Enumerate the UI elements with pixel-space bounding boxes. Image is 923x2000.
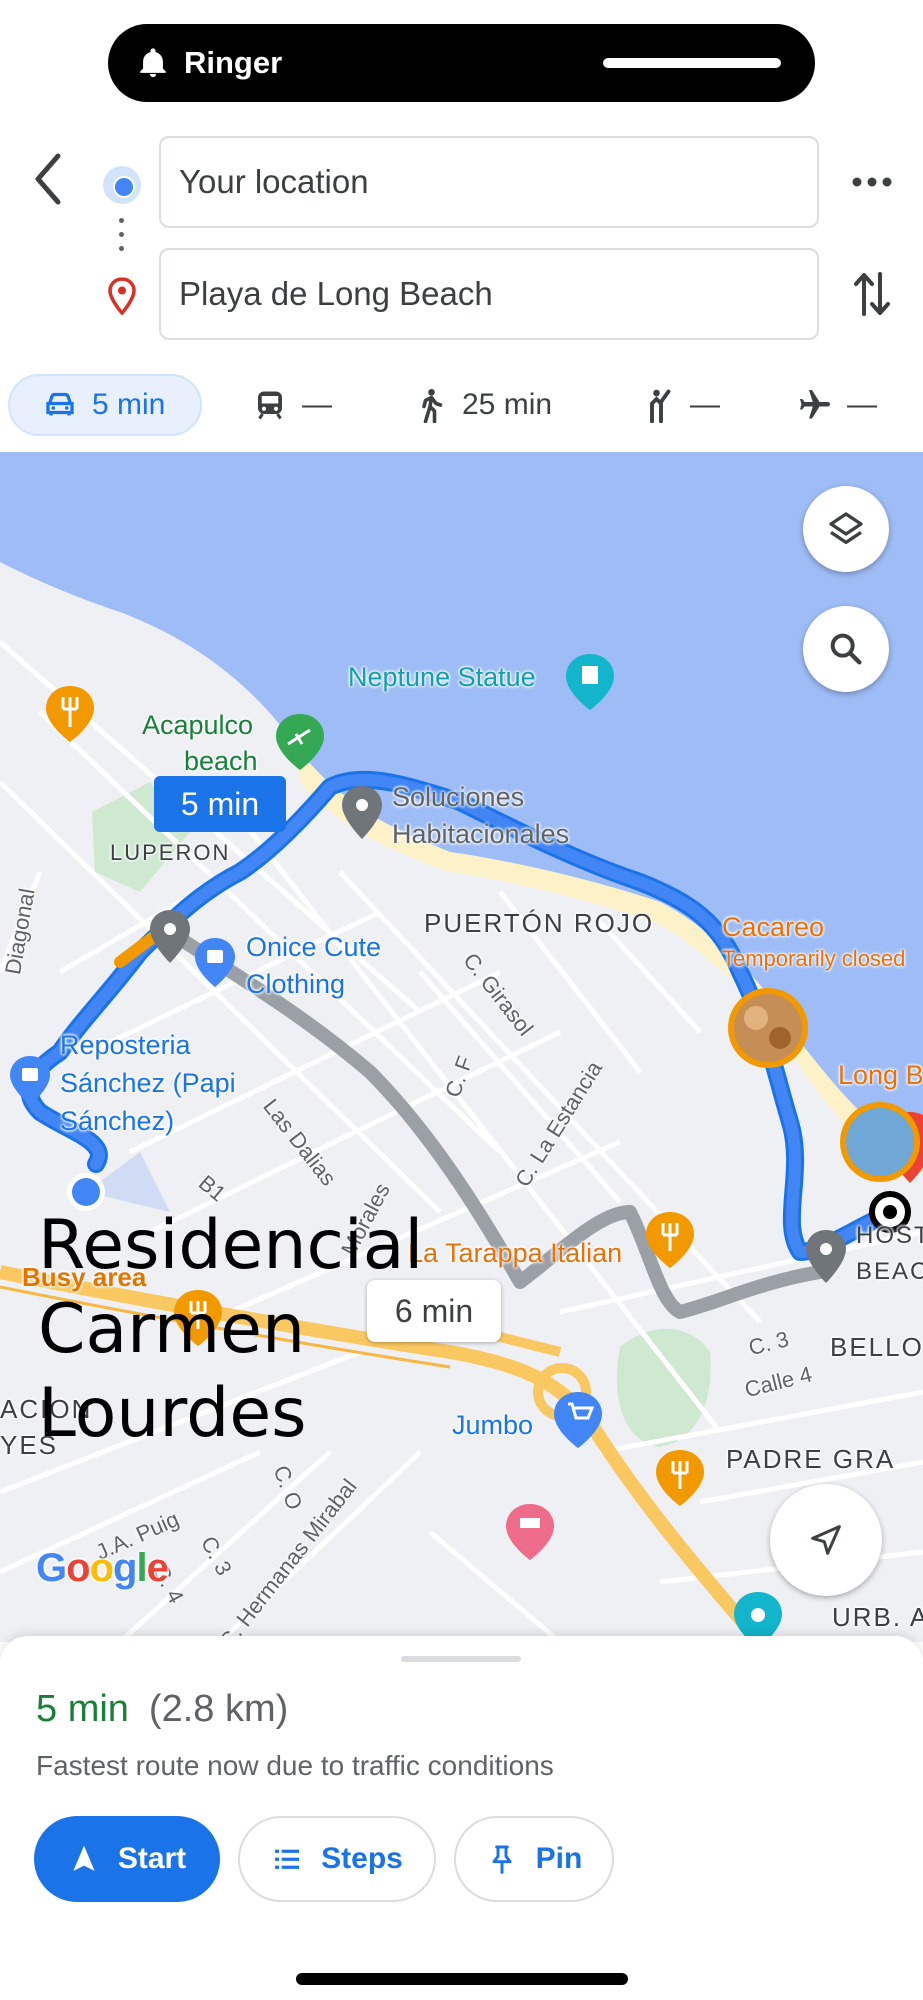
back-icon[interactable]: [26, 150, 72, 208]
mode-walk[interactable]: 25 min: [412, 374, 552, 436]
mode-car-label: 5 min: [92, 388, 166, 421]
overlay-line: Residencial: [38, 1206, 424, 1285]
layers-button[interactable]: [803, 486, 889, 572]
transit-icon: [258, 391, 282, 420]
travel-mode-bar: 5 min — 25 min — —: [0, 374, 923, 456]
list-icon: [275, 1849, 300, 1869]
origin-dot-icon: [103, 166, 141, 204]
map-view[interactable]: Neptune Statue Acapulco beach Soluciones…: [0, 452, 923, 1642]
ringer-level-bar: [603, 58, 781, 68]
map-label: PADRE GRA: [726, 1444, 896, 1474]
destination-pin-icon: [108, 277, 136, 315]
search-along-route-button[interactable]: [803, 606, 889, 692]
map-label: BEAC: [856, 1258, 923, 1285]
layers-icon: [829, 512, 863, 544]
steps-button[interactable]: Steps: [238, 1816, 436, 1902]
home-indicator[interactable]: [296, 1973, 628, 1985]
ride-icon: [650, 389, 671, 423]
overlay-line: Carmen: [38, 1290, 306, 1369]
bell-icon: [140, 48, 166, 78]
overlay-annotation: Residencial Carmen Lourdes: [38, 1204, 423, 1456]
map-label: HOST: [856, 1222, 923, 1249]
google-logo: Google: [36, 1546, 169, 1590]
mode-car[interactable]: 5 min: [8, 374, 202, 436]
navigate-icon: [73, 1845, 95, 1871]
origin-field[interactable]: Your location: [159, 136, 819, 228]
map-label[interactable]: Acapulco: [142, 710, 253, 741]
swap-icon[interactable]: [852, 270, 892, 318]
ringer-banner: Ringer: [108, 24, 815, 102]
map-label[interactable]: Habitacionales: [392, 819, 569, 850]
map-label[interactable]: Jumbo: [452, 1410, 533, 1441]
map-label: LUPERON: [110, 840, 231, 865]
mode-transit[interactable]: —: [252, 374, 332, 436]
map-label: BELLO: [830, 1332, 923, 1362]
mode-flight-label: —: [847, 388, 877, 421]
map-label[interactable]: Reposteria: [60, 1030, 191, 1061]
route-reason: Fastest route now due to traffic conditi…: [36, 1750, 554, 1781]
primary-route-time-chip[interactable]: 5 min: [154, 776, 286, 832]
walk-icon: [422, 388, 443, 423]
recenter-icon: [811, 1525, 841, 1555]
route-summary: 5 min (2.8 km): [36, 1688, 288, 1731]
map-label[interactable]: beach: [184, 746, 258, 777]
map-label[interactable]: Soluciones: [392, 782, 524, 813]
map-label[interactable]: Neptune Statue: [348, 662, 536, 693]
more-icon[interactable]: [850, 170, 894, 194]
map-label: PUERTÓN ROJO: [424, 908, 655, 938]
map-label[interactable]: Onice Cute: [246, 932, 381, 963]
map-label[interactable]: Sánchez): [60, 1106, 174, 1137]
map-label[interactable]: Sánchez (Papi: [60, 1068, 236, 1099]
map-label[interactable]: Clothing: [246, 969, 345, 1000]
route-summary-sheet: 5 min (2.8 km) Fastest route now due to …: [0, 1636, 923, 2000]
car-icon: [46, 392, 74, 416]
start-label: Start: [117, 1842, 187, 1875]
mode-walk-label: 25 min: [462, 388, 553, 421]
pin-label: Pin: [535, 1842, 583, 1875]
flight-icon: [800, 390, 830, 419]
route-distance: (2.8 km): [148, 1688, 289, 1730]
overlay-line: Lourdes: [38, 1374, 307, 1453]
ringer-label: Ringer: [184, 45, 283, 80]
search-icon: [830, 633, 862, 665]
route-connector-dots: [117, 218, 125, 258]
recenter-button[interactable]: [770, 1484, 882, 1596]
mode-ride[interactable]: —: [640, 374, 720, 436]
steps-label: Steps: [321, 1842, 403, 1875]
map-label: Temporarily closed: [722, 946, 906, 971]
mode-flight[interactable]: —: [797, 374, 877, 436]
sheet-drag-handle[interactable]: [401, 1656, 521, 1662]
map-label: URB. A: [832, 1602, 923, 1632]
destination-field[interactable]: Playa de Long Beach: [159, 248, 819, 340]
start-button[interactable]: Start: [34, 1816, 220, 1902]
route-duration: 5 min: [36, 1688, 129, 1730]
map-label[interactable]: Long B: [838, 1060, 923, 1091]
pin-icon: [492, 1845, 512, 1874]
mode-ride-label: —: [690, 388, 720, 421]
mode-transit-label: —: [302, 388, 332, 421]
map-label[interactable]: Cacareo: [722, 912, 824, 943]
map-label[interactable]: La Tarappa Italian: [408, 1238, 622, 1269]
pin-button[interactable]: Pin: [454, 1816, 614, 1902]
